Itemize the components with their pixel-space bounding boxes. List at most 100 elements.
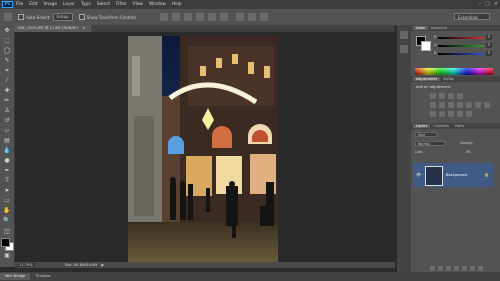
tab-close-icon[interactable]: ×: [82, 26, 85, 30]
new-adjustment-icon[interactable]: [454, 266, 459, 271]
history-panel-icon[interactable]: [400, 31, 408, 39]
hue-saturation-icon[interactable]: [439, 102, 445, 108]
delete-layer-icon[interactable]: [478, 266, 483, 271]
menu-edit[interactable]: Edit: [29, 2, 37, 7]
healing-tool-icon[interactable]: ✚: [3, 87, 11, 94]
menu-help[interactable]: Help: [172, 2, 182, 7]
slider-green-track[interactable]: [438, 45, 484, 47]
brightness-contrast-icon[interactable]: [430, 93, 436, 99]
tab-channels[interactable]: Channels: [430, 124, 452, 128]
tab-styles[interactable]: Styles: [440, 77, 456, 81]
dodge-tool-icon[interactable]: ●: [3, 157, 11, 164]
layer-style-icon[interactable]: [438, 266, 443, 271]
tab-mini-bridge[interactable]: Mini Bridge: [0, 273, 31, 280]
tab-adjustments[interactable]: Adjustments: [413, 77, 441, 81]
tab-layers[interactable]: Layers: [413, 124, 431, 128]
photo-filter-icon[interactable]: [466, 102, 472, 108]
slider-red[interactable]: R 0: [434, 35, 493, 40]
shape-tool-icon[interactable]: ▭: [3, 197, 11, 204]
menu-layer[interactable]: Layer: [63, 2, 75, 7]
new-layer-icon[interactable]: [470, 266, 475, 271]
align-right-icon[interactable]: [220, 13, 229, 21]
posterize-icon[interactable]: [439, 111, 445, 117]
color-lookup-icon[interactable]: [484, 102, 490, 108]
layer-filter-kind[interactable]: Kind: [415, 132, 437, 137]
quick-select-tool-icon[interactable]: ✎: [3, 57, 11, 64]
status-menu-arrow-icon[interactable]: ▶: [101, 263, 104, 267]
pen-tool-icon[interactable]: ✒: [3, 167, 11, 174]
invert-icon[interactable]: [430, 111, 436, 117]
link-layers-icon[interactable]: [430, 266, 435, 271]
distribute-icon[interactable]: [236, 13, 245, 21]
tab-color[interactable]: Color: [413, 26, 428, 30]
eraser-tool-icon[interactable]: ▱: [3, 127, 11, 134]
screen-mode-icon[interactable]: ▣: [3, 252, 11, 259]
foreground-color-swatch[interactable]: [1, 238, 10, 247]
curves-icon[interactable]: [448, 93, 454, 99]
eyedropper-tool-icon[interactable]: ⁄: [3, 77, 11, 84]
quick-mask-icon[interactable]: ◫: [3, 228, 11, 235]
maximize-button[interactable]: □: [485, 1, 490, 7]
slider-blue-value[interactable]: 0: [486, 51, 492, 56]
exposure-icon[interactable]: [457, 93, 463, 99]
properties-panel-icon[interactable]: [400, 45, 408, 53]
color-swatches[interactable]: [1, 238, 14, 251]
channel-mixer-icon[interactable]: [475, 102, 481, 108]
show-transform-checkbox[interactable]: [78, 14, 85, 20]
document-size-info[interactable]: Doc: 44.8M/44.8M: [65, 263, 98, 267]
document-image[interactable]: [128, 36, 278, 262]
add-mask-icon[interactable]: [446, 266, 451, 271]
zoom-level[interactable]: 11.79%: [17, 263, 35, 267]
gradient-tool-icon[interactable]: ▤: [3, 137, 11, 144]
menu-view[interactable]: View: [133, 2, 143, 7]
slider-blue[interactable]: B 0: [434, 51, 493, 56]
auto-select-dropdown[interactable]: Group: [52, 13, 73, 21]
blend-mode-dropdown[interactable]: Normal: [415, 141, 445, 146]
menu-image[interactable]: Image: [44, 2, 57, 7]
path-select-tool-icon[interactable]: ➤: [3, 187, 11, 194]
marquee-tool-icon[interactable]: ⬚: [3, 37, 11, 44]
type-tool-icon[interactable]: T: [3, 177, 11, 184]
menu-filter[interactable]: Filter: [116, 2, 127, 7]
zoom-tool-icon[interactable]: 🔍: [3, 217, 11, 224]
align-top-icon[interactable]: [160, 13, 169, 21]
gradient-map-icon[interactable]: [457, 111, 463, 117]
align-vcenter-icon[interactable]: [172, 13, 181, 21]
menu-window[interactable]: Window: [149, 2, 166, 7]
distribute-3-icon[interactable]: [260, 13, 269, 21]
workspace-switcher[interactable]: Essentials: [454, 13, 490, 20]
layer-visibility-eye-icon[interactable]: 👁: [416, 172, 421, 177]
crop-tool-icon[interactable]: ⌗: [3, 67, 11, 74]
move-tool-preset-icon[interactable]: [4, 13, 12, 21]
threshold-icon[interactable]: [448, 111, 454, 117]
move-tool-icon[interactable]: ✥: [3, 27, 11, 34]
selective-color-icon[interactable]: [466, 111, 472, 117]
tab-paths[interactable]: Paths: [452, 124, 467, 128]
color-balance-icon[interactable]: [448, 102, 454, 108]
auto-select-checkbox[interactable]: [18, 14, 24, 20]
tab-swatches[interactable]: Swatches: [428, 26, 450, 30]
menu-select[interactable]: Select: [97, 2, 110, 7]
align-bottom-icon[interactable]: [184, 13, 193, 21]
panel-background-swatch[interactable]: [421, 41, 431, 51]
levels-icon[interactable]: [439, 93, 445, 99]
menu-file[interactable]: File: [16, 2, 23, 7]
slider-green-value[interactable]: 0: [486, 43, 492, 48]
hand-tool-icon[interactable]: ✋: [3, 207, 11, 214]
align-hcenter-icon[interactable]: [208, 13, 217, 21]
close-button[interactable]: ×: [494, 1, 498, 7]
stamp-tool-icon[interactable]: ♙: [3, 107, 11, 114]
slider-red-value[interactable]: 0: [486, 35, 492, 40]
brush-tool-icon[interactable]: ✏: [3, 97, 11, 104]
slider-blue-track[interactable]: [438, 53, 484, 55]
history-brush-tool-icon[interactable]: ↺: [3, 117, 11, 124]
document-tab[interactable]: DSC_0510.JPG @ 11.8% (RGB/8*) ×: [14, 25, 92, 32]
slider-red-track[interactable]: [438, 37, 484, 39]
tab-timeline[interactable]: Timeline: [30, 273, 55, 280]
slider-green[interactable]: G 0: [434, 43, 493, 48]
new-group-icon[interactable]: [462, 266, 467, 271]
lasso-tool-icon[interactable]: ◯: [3, 47, 11, 54]
align-left-icon[interactable]: [196, 13, 205, 21]
menu-type[interactable]: Type: [81, 2, 91, 7]
black-white-icon[interactable]: [457, 102, 463, 108]
